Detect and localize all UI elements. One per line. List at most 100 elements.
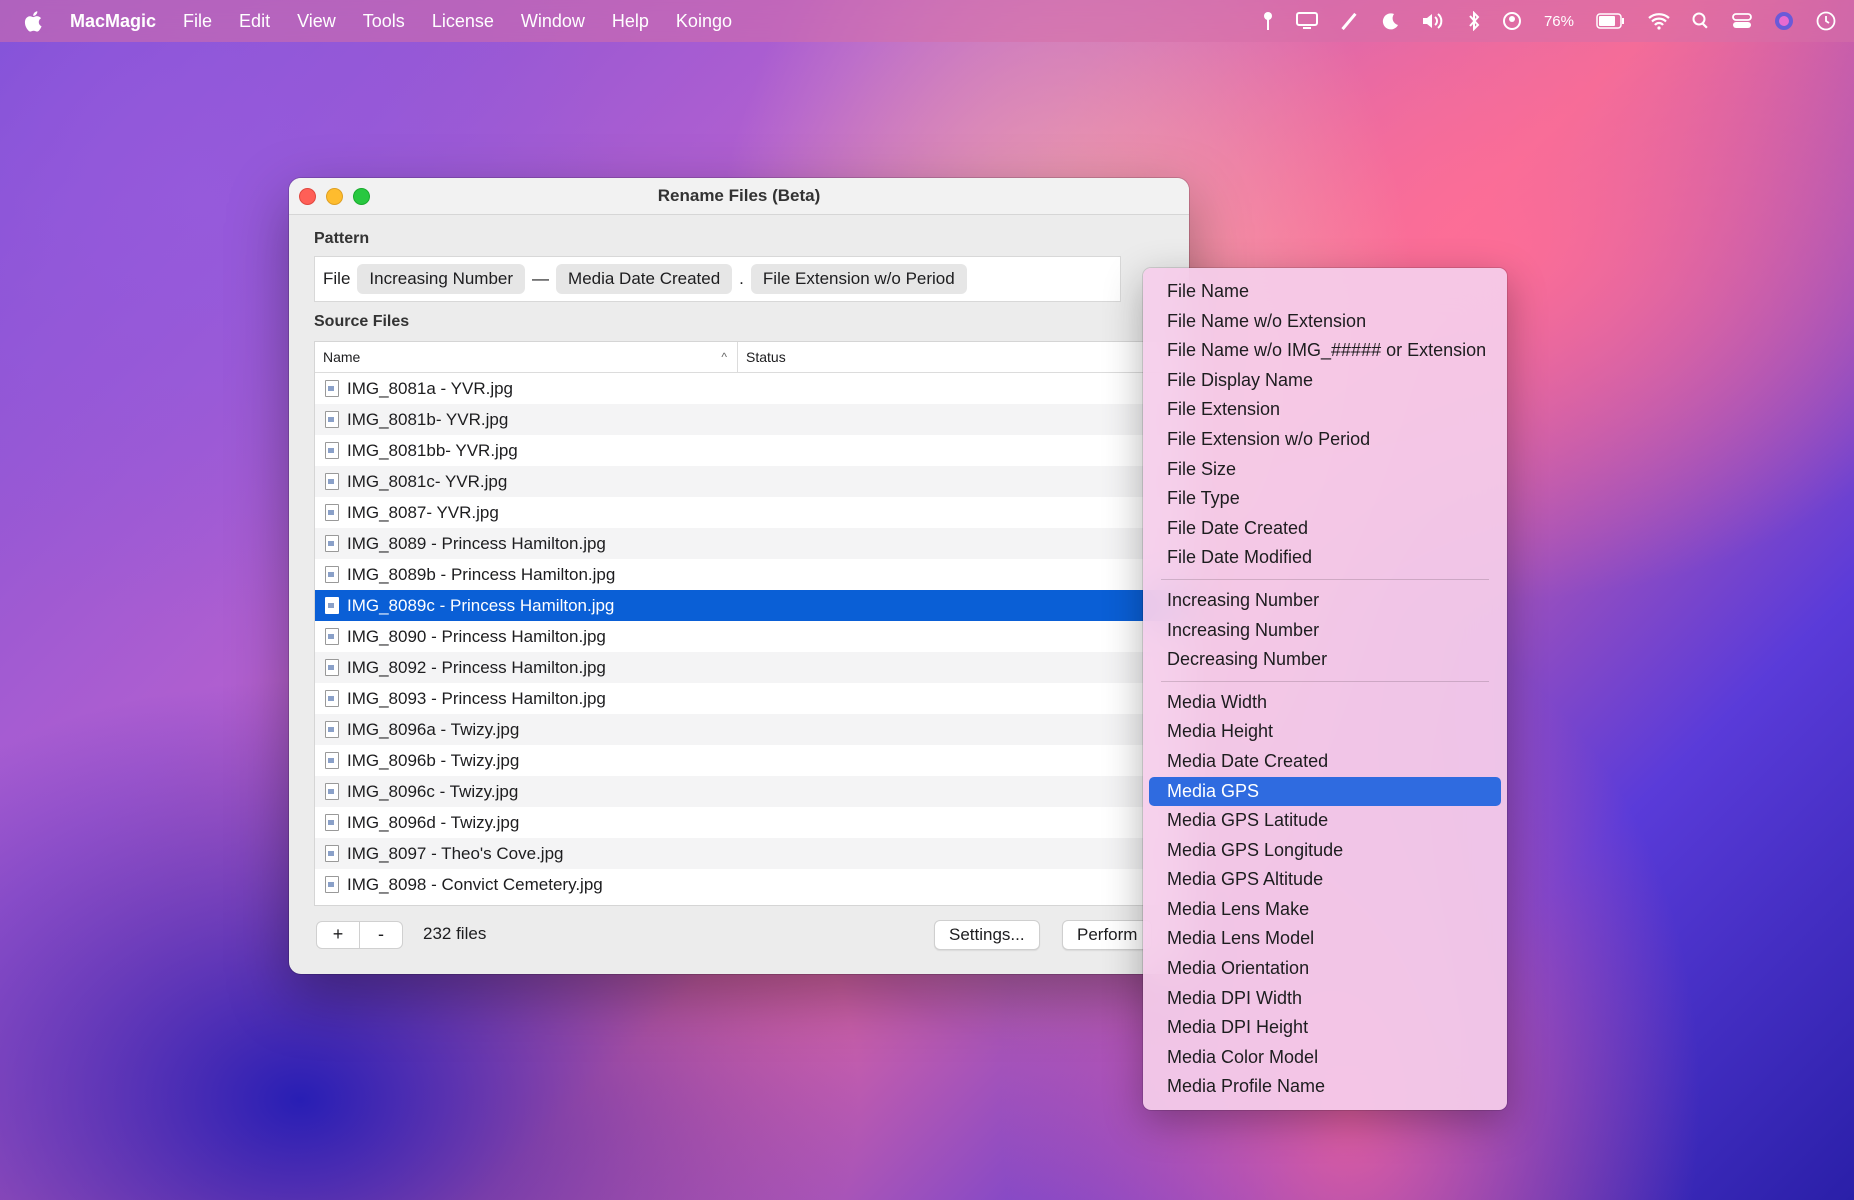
- file-row[interactable]: IMG_8096d - Twizy.jpg: [315, 807, 1189, 838]
- menu-license[interactable]: License: [432, 11, 494, 32]
- menu-koingo[interactable]: Koingo: [676, 11, 732, 32]
- column-header-name[interactable]: Name ^: [315, 342, 738, 372]
- menu-item-media-lens-make[interactable]: Media Lens Make: [1149, 895, 1501, 925]
- image-file-icon: [325, 876, 339, 893]
- menu-item-media-width[interactable]: Media Width: [1149, 688, 1501, 718]
- perform-button[interactable]: Perform: [1062, 920, 1153, 950]
- file-name: IMG_8096d - Twizy.jpg: [347, 812, 520, 832]
- control-center-icon[interactable]: [1732, 12, 1752, 30]
- image-file-icon: [325, 783, 339, 800]
- display-icon[interactable]: [1295, 12, 1318, 30]
- file-name: IMG_8081b- YVR.jpg: [347, 409, 509, 429]
- menu-item-media-date-created[interactable]: Media Date Created: [1149, 747, 1501, 777]
- menu-item-file-name-w-o-img-or-extension[interactable]: File Name w/o IMG_##### or Extension: [1149, 336, 1501, 366]
- settings-button[interactable]: Settings...: [934, 920, 1040, 950]
- token-increasing-number[interactable]: Increasing Number: [357, 264, 526, 294]
- menu-item-media-gps-latitude[interactable]: Media GPS Latitude: [1149, 806, 1501, 836]
- image-file-icon: [325, 473, 339, 490]
- file-row[interactable]: IMG_8081c- YVR.jpg: [315, 466, 1189, 497]
- search-icon[interactable]: [1692, 12, 1710, 30]
- menu-divider: [1161, 578, 1489, 580]
- menu-file[interactable]: File: [183, 11, 212, 32]
- moon-icon[interactable]: [1382, 12, 1400, 30]
- wifi-icon[interactable]: [1648, 12, 1670, 30]
- token-media-date-created[interactable]: Media Date Created: [556, 264, 733, 294]
- image-file-icon: [325, 504, 339, 521]
- menu-item-increasing-number[interactable]: Increasing Number: [1149, 616, 1501, 646]
- image-file-icon: [325, 845, 339, 862]
- file-row[interactable]: IMG_8081a - YVR.jpg: [315, 373, 1189, 404]
- file-row[interactable]: IMG_8097 - Theo's Cove.jpg: [315, 838, 1189, 869]
- image-file-icon: [325, 628, 339, 645]
- menu-window[interactable]: Window: [521, 11, 585, 32]
- menu-item-increasing-number[interactable]: Increasing Number: [1149, 586, 1501, 616]
- menu-help[interactable]: Help: [612, 11, 649, 32]
- file-row[interactable]: IMG_8087- YVR.jpg: [315, 497, 1189, 528]
- battery-icon[interactable]: [1596, 13, 1626, 29]
- user-icon[interactable]: [1502, 11, 1522, 31]
- image-file-icon: [325, 566, 339, 583]
- file-row[interactable]: IMG_8096b - Twizy.jpg: [315, 745, 1189, 776]
- pattern-prefix: File: [323, 269, 351, 288]
- file-row[interactable]: IMG_8090 - Princess Hamilton.jpg: [315, 621, 1189, 652]
- menu-tools[interactable]: Tools: [363, 11, 405, 32]
- file-row[interactable]: IMG_8096a - Twizy.jpg: [315, 714, 1189, 745]
- menu-item-file-display-name[interactable]: File Display Name: [1149, 366, 1501, 396]
- menu-item-media-color-model[interactable]: Media Color Model: [1149, 1043, 1501, 1073]
- column-header-status[interactable]: Status: [738, 349, 786, 365]
- pattern-field[interactable]: File Increasing Number — Media Date Crea…: [314, 256, 1121, 302]
- menu-item-media-gps-altitude[interactable]: Media GPS Altitude: [1149, 865, 1501, 895]
- status-icons: 76%: [1262, 11, 1836, 31]
- file-row[interactable]: IMG_8093 - Princess Hamilton.jpg: [315, 683, 1189, 714]
- siri-icon[interactable]: [1774, 11, 1794, 31]
- pattern-separator: —: [532, 269, 550, 288]
- app-name-menu[interactable]: MacMagic: [70, 11, 156, 32]
- menu-item-media-profile-name[interactable]: Media Profile Name: [1149, 1072, 1501, 1102]
- file-name: IMG_8090 - Princess Hamilton.jpg: [347, 626, 606, 646]
- sort-ascending-icon: ^: [721, 350, 727, 364]
- menu-edit[interactable]: Edit: [239, 11, 270, 32]
- volume-icon[interactable]: [1422, 12, 1446, 30]
- file-name: IMG_8089 - Princess Hamilton.jpg: [347, 533, 606, 553]
- file-row[interactable]: IMG_8081b- YVR.jpg: [315, 404, 1189, 435]
- menu-item-media-height[interactable]: Media Height: [1149, 717, 1501, 747]
- file-row[interactable]: IMG_8089c - Princess Hamilton.jpg: [315, 590, 1189, 621]
- menu-item-file-type[interactable]: File Type: [1149, 484, 1501, 514]
- menu-item-media-gps[interactable]: Media GPS: [1149, 776, 1501, 807]
- menu-item-file-size[interactable]: File Size: [1149, 455, 1501, 485]
- token-file-extension[interactable]: File Extension w/o Period: [750, 264, 967, 294]
- file-row[interactable]: IMG_8096c - Twizy.jpg: [315, 776, 1189, 807]
- menu-item-file-date-modified[interactable]: File Date Modified: [1149, 543, 1501, 573]
- key-icon[interactable]: [1262, 11, 1274, 31]
- apple-menu-icon[interactable]: [24, 10, 46, 32]
- menu-item-decreasing-number[interactable]: Decreasing Number: [1149, 645, 1501, 675]
- file-row[interactable]: IMG_8089 - Princess Hamilton.jpg: [315, 528, 1189, 559]
- file-row[interactable]: IMG_8081bb- YVR.jpg: [315, 435, 1189, 466]
- file-row[interactable]: IMG_8092 - Princess Hamilton.jpg: [315, 652, 1189, 683]
- file-row[interactable]: IMG_8089b - Princess Hamilton.jpg: [315, 559, 1189, 590]
- file-name: IMG_8081c- YVR.jpg: [347, 471, 508, 491]
- file-list: IMG_8081a - YVR.jpg IMG_8081b- YVR.jpg IMG…: [315, 373, 1189, 900]
- magic-wand-icon[interactable]: [1340, 11, 1360, 31]
- menu-item-media-dpi-height[interactable]: Media DPI Height: [1149, 1013, 1501, 1043]
- menu-item-file-name-w-o-extension[interactable]: File Name w/o Extension: [1149, 307, 1501, 337]
- menu-item-file-extension-w-o-period[interactable]: File Extension w/o Period: [1149, 425, 1501, 455]
- menu-item-file-extension[interactable]: File Extension: [1149, 395, 1501, 425]
- menu-item-file-name[interactable]: File Name: [1149, 277, 1501, 307]
- add-file-button[interactable]: +: [317, 922, 360, 948]
- menu-item-media-dpi-width[interactable]: Media DPI Width: [1149, 984, 1501, 1014]
- menu-item-media-lens-model[interactable]: Media Lens Model: [1149, 924, 1501, 954]
- source-files-table: Name ^ Status IMG_8081a - YVR.jpg IMG_808…: [314, 341, 1189, 906]
- remove-file-button[interactable]: -: [360, 922, 402, 948]
- file-name: IMG_8089c - Princess Hamilton.jpg: [347, 595, 615, 615]
- bluetooth-icon[interactable]: [1468, 11, 1480, 31]
- menu-item-file-date-created[interactable]: File Date Created: [1149, 514, 1501, 544]
- title-bar[interactable]: Rename Files (Beta): [289, 178, 1189, 215]
- file-row[interactable]: IMG_8098 - Convict Cemetery.jpg: [315, 869, 1189, 900]
- menu-view[interactable]: View: [297, 11, 336, 32]
- image-file-icon: [325, 690, 339, 707]
- menu-item-media-orientation[interactable]: Media Orientation: [1149, 954, 1501, 984]
- clock-icon[interactable]: [1816, 11, 1836, 31]
- menu-item-media-gps-longitude[interactable]: Media GPS Longitude: [1149, 836, 1501, 866]
- file-name: IMG_8081bb- YVR.jpg: [347, 440, 518, 460]
